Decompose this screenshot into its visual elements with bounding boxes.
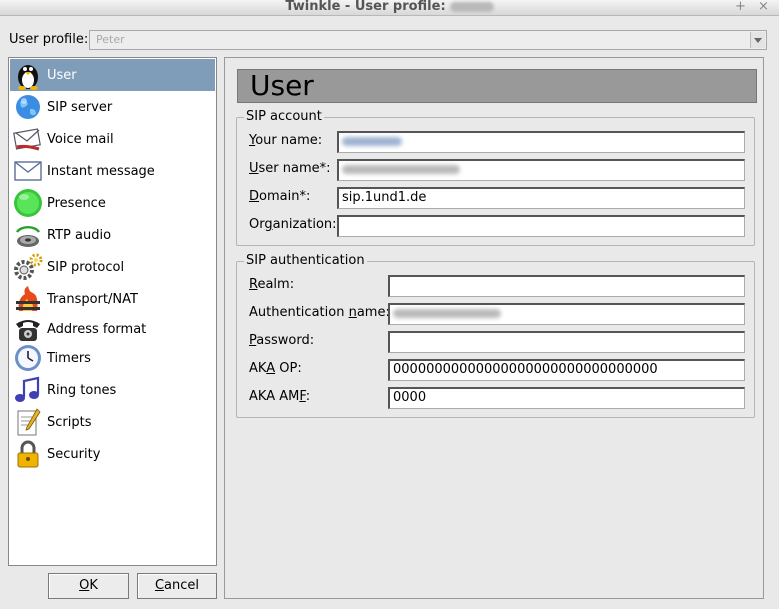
penguin-icon bbox=[12, 60, 44, 90]
sidebar-item-transport-nat[interactable]: Transport/NAT bbox=[10, 283, 215, 315]
sip-authentication-legend: SIP authentication bbox=[244, 253, 367, 269]
padlock-icon bbox=[12, 439, 44, 469]
sidebar-item-label: Security bbox=[47, 446, 101, 462]
authentication-name-field[interactable] bbox=[388, 303, 745, 325]
chevron-down-icon[interactable] bbox=[750, 32, 765, 48]
your-name-field[interactable] bbox=[337, 131, 745, 153]
profile-combo-value: Peter bbox=[96, 33, 125, 46]
page-title: User bbox=[237, 69, 757, 103]
ok-button[interactable]: OK bbox=[48, 573, 129, 599]
sidebar-item-label: Transport/NAT bbox=[47, 291, 138, 307]
category-list[interactable]: User SIP server Voice mail Instant messa… bbox=[8, 57, 217, 566]
redacted-profile-name bbox=[449, 1, 494, 12]
sip-account-group: SIP account Your name: User name*: Domai… bbox=[236, 109, 755, 246]
sidebar-item-label: Voice mail bbox=[47, 131, 114, 147]
ok-label: K bbox=[89, 578, 98, 593]
organization-label: Organization: bbox=[249, 217, 337, 232]
globe-icon bbox=[12, 92, 44, 122]
ok-mnemonic: O bbox=[79, 578, 90, 593]
cancel-button[interactable]: Cancel bbox=[137, 573, 217, 599]
domain-label: Domain*: bbox=[249, 189, 311, 204]
sidebar-item-ring-tones[interactable]: Ring tones bbox=[10, 374, 215, 406]
password-field[interactable] bbox=[388, 331, 745, 353]
sidebar-item-presence[interactable]: Presence bbox=[10, 187, 215, 219]
sidebar-item-label: User bbox=[47, 67, 77, 83]
telephone-icon bbox=[12, 314, 44, 344]
clock-icon bbox=[12, 343, 44, 373]
sidebar-item-label: Timers bbox=[47, 350, 91, 366]
sidebar-item-user[interactable]: User bbox=[10, 59, 215, 91]
window-title: Twinkle - User profile: bbox=[0, 0, 779, 14]
settings-panel: User SIP account Your name: User name*: … bbox=[224, 57, 764, 599]
aka-amf-label: AKA AMF: bbox=[249, 389, 311, 404]
speaker-icon bbox=[12, 220, 44, 250]
user-name-label: User name*: bbox=[249, 161, 331, 176]
sidebar-item-sip-server[interactable]: SIP server bbox=[10, 91, 215, 123]
script-icon bbox=[12, 407, 44, 437]
sidebar-item-label: Instant message bbox=[47, 163, 155, 179]
your-name-label: Your name: bbox=[249, 133, 323, 148]
profile-combo[interactable]: Peter bbox=[89, 30, 767, 50]
sidebar-item-label: Ring tones bbox=[47, 382, 117, 398]
aka-amf-field[interactable]: 0000 bbox=[388, 387, 745, 409]
window-title-text: Twinkle - User profile: bbox=[285, 0, 446, 14]
sidebar-item-scripts[interactable]: Scripts bbox=[10, 406, 215, 438]
sidebar-item-label: Address format bbox=[47, 321, 147, 337]
sidebar-item-label: Presence bbox=[47, 195, 106, 211]
realm-field[interactable] bbox=[388, 275, 745, 297]
green-presence-icon bbox=[12, 188, 44, 218]
password-label: Password: bbox=[249, 333, 315, 348]
envelope-icon bbox=[12, 156, 44, 186]
organization-field[interactable] bbox=[337, 215, 745, 237]
sidebar-item-voice-mail[interactable]: Voice mail bbox=[10, 123, 215, 155]
maximize-button[interactable]: + bbox=[735, 0, 746, 14]
redacted-value bbox=[342, 137, 402, 146]
sidebar-item-address-format[interactable]: Address format bbox=[10, 313, 215, 345]
title-bar: Twinkle - User profile: + × bbox=[0, 0, 779, 16]
gears-icon bbox=[12, 252, 44, 282]
sidebar-item-label: SIP server bbox=[47, 99, 113, 115]
sip-authentication-group: SIP authentication Realm: Authentication… bbox=[236, 253, 755, 418]
sidebar-item-sip-protocol[interactable]: SIP protocol bbox=[10, 251, 215, 283]
sidebar-item-rtp-audio[interactable]: RTP audio bbox=[10, 219, 215, 251]
firewall-icon bbox=[12, 284, 44, 314]
music-note-icon bbox=[12, 375, 44, 405]
voicemail-envelope-icon bbox=[12, 124, 44, 154]
aka-op-field[interactable]: 00000000000000000000000000000000 bbox=[388, 359, 745, 381]
cancel-mnemonic: C bbox=[154, 578, 165, 593]
close-window-button[interactable]: × bbox=[758, 0, 769, 14]
realm-label: Realm: bbox=[249, 277, 295, 292]
aka-op-label: AKA OP: bbox=[249, 361, 302, 376]
domain-field[interactable]: sip.1und1.de bbox=[337, 187, 745, 209]
profile-label: User profile: bbox=[9, 32, 89, 47]
sidebar-item-security[interactable]: Security bbox=[10, 438, 215, 470]
sidebar-item-label: RTP audio bbox=[47, 227, 112, 243]
sip-account-legend: SIP account bbox=[244, 109, 324, 125]
sidebar-item-timers[interactable]: Timers bbox=[10, 342, 215, 374]
authentication-name-label: Authentication name: bbox=[249, 305, 390, 320]
sidebar-item-label: SIP protocol bbox=[47, 259, 125, 275]
redacted-value bbox=[393, 309, 501, 318]
sidebar-item-instant-message[interactable]: Instant message bbox=[10, 155, 215, 187]
user-name-field[interactable] bbox=[337, 159, 745, 181]
redacted-value bbox=[342, 165, 460, 174]
cancel-label: ancel bbox=[164, 578, 200, 593]
sidebar-item-label: Scripts bbox=[47, 414, 92, 430]
